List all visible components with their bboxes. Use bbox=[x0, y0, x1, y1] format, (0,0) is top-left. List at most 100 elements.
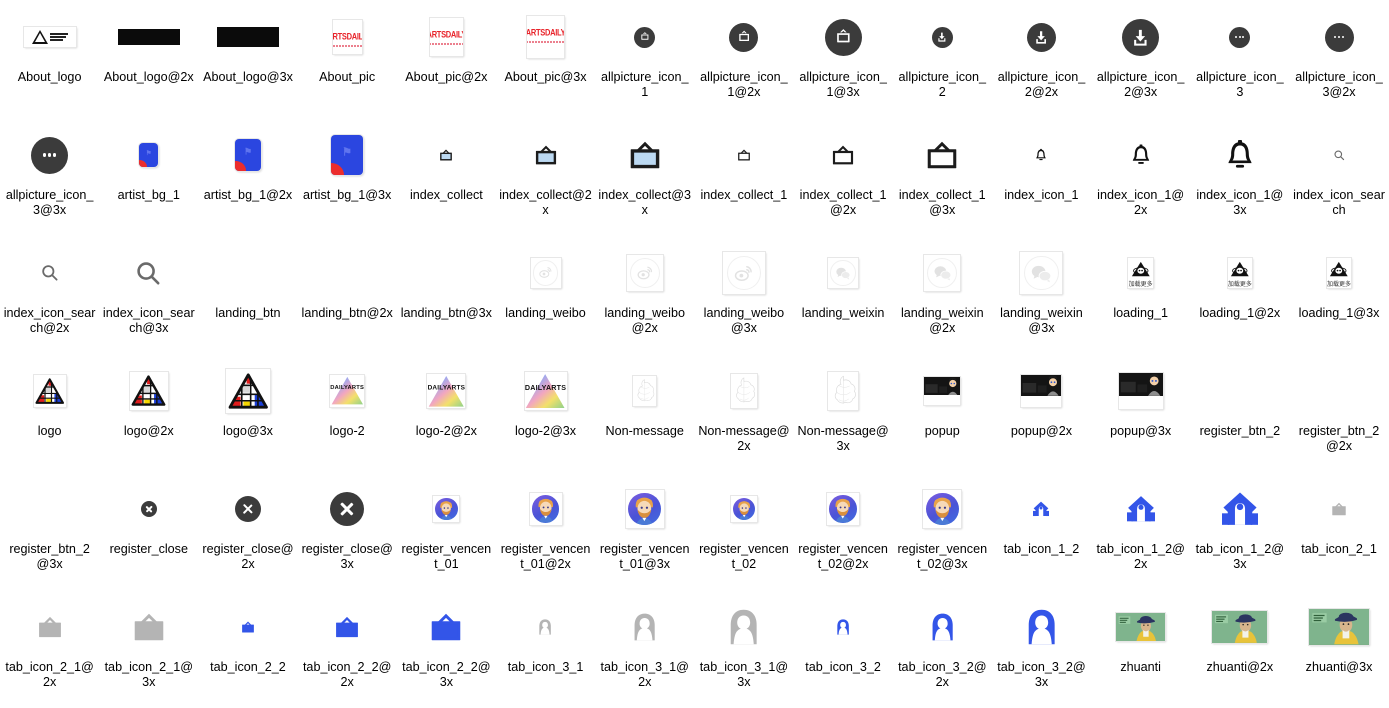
file-thumbnail[interactable]: ⚑ bbox=[118, 124, 180, 186]
file-thumbnail[interactable]: DAILYARTS bbox=[415, 360, 477, 422]
file-item[interactable]: index_icon_1 bbox=[992, 118, 1091, 236]
file-item[interactable]: landing_weixin@2x bbox=[893, 236, 992, 354]
file-thumbnail[interactable] bbox=[316, 242, 378, 304]
file-item[interactable]: allpicture_icon_1 bbox=[595, 0, 694, 118]
file-thumbnail[interactable] bbox=[1110, 124, 1172, 186]
file-thumbnail[interactable] bbox=[614, 596, 676, 658]
file-thumbnail[interactable] bbox=[217, 6, 279, 68]
file-item[interactable]: register_close@2x bbox=[198, 472, 297, 590]
file-thumbnail[interactable] bbox=[911, 596, 973, 658]
file-item[interactable]: index_icon_search@2x bbox=[0, 236, 99, 354]
file-thumbnail[interactable] bbox=[614, 242, 676, 304]
file-item[interactable]: allpicture_icon_1@3x bbox=[794, 0, 893, 118]
file-thumbnail[interactable] bbox=[217, 478, 279, 540]
file-thumbnail[interactable] bbox=[1110, 360, 1172, 422]
file-thumbnail[interactable] bbox=[1308, 478, 1370, 540]
file-thumbnail[interactable] bbox=[1010, 478, 1072, 540]
file-item[interactable]: Non-message bbox=[595, 354, 694, 472]
file-item[interactable]: register_vencent_02@2x bbox=[794, 472, 893, 590]
file-thumbnail[interactable] bbox=[713, 242, 775, 304]
file-item[interactable]: ARTSDAILYAbout_pic bbox=[298, 0, 397, 118]
file-item[interactable]: register_btn_2@3x bbox=[0, 472, 99, 590]
file-item[interactable]: tab_icon_3_2@3x bbox=[992, 590, 1091, 708]
file-item[interactable]: About_logo@3x bbox=[198, 0, 297, 118]
file-item[interactable]: ARTSDAILYAbout_pic@3x bbox=[496, 0, 595, 118]
file-item[interactable]: register_vencent_01@3x bbox=[595, 472, 694, 590]
file-item[interactable]: landing_weixin bbox=[794, 236, 893, 354]
file-thumbnail[interactable] bbox=[812, 478, 874, 540]
file-item[interactable]: register_vencent_01 bbox=[397, 472, 496, 590]
file-thumbnail[interactable] bbox=[515, 124, 577, 186]
file-thumbnail[interactable] bbox=[911, 478, 973, 540]
file-thumbnail[interactable] bbox=[713, 360, 775, 422]
file-item[interactable]: ⚑artist_bg_1@2x bbox=[198, 118, 297, 236]
file-thumbnail[interactable] bbox=[515, 596, 577, 658]
file-item[interactable]: zhuanti bbox=[1091, 590, 1190, 708]
file-item[interactable]: index_collect@2x bbox=[496, 118, 595, 236]
file-thumbnail[interactable] bbox=[812, 124, 874, 186]
file-thumbnail[interactable] bbox=[1110, 596, 1172, 658]
file-item[interactable]: index_icon_search@3x bbox=[99, 236, 198, 354]
file-icon-grid[interactable]: About_logoAbout_logo@2xAbout_logo@3xARTS… bbox=[0, 0, 1389, 708]
file-thumbnail[interactable] bbox=[911, 6, 973, 68]
file-item[interactable]: tab_icon_2_2@3x bbox=[397, 590, 496, 708]
file-item[interactable]: allpicture_icon_1@2x bbox=[694, 0, 793, 118]
file-thumbnail[interactable]: ARTSDAILY bbox=[515, 6, 577, 68]
file-thumbnail[interactable] bbox=[1010, 124, 1072, 186]
file-item[interactable]: index_icon_search bbox=[1289, 118, 1388, 236]
file-item[interactable]: allpicture_icon_3@3x bbox=[0, 118, 99, 236]
file-thumbnail[interactable] bbox=[316, 478, 378, 540]
file-thumbnail[interactable] bbox=[1010, 6, 1072, 68]
file-thumbnail[interactable] bbox=[118, 596, 180, 658]
file-thumbnail[interactable] bbox=[1209, 360, 1271, 422]
file-item[interactable]: tab_icon_3_1@2x bbox=[595, 590, 694, 708]
file-item[interactable]: index_icon_1@2x bbox=[1091, 118, 1190, 236]
file-item[interactable]: landing_btn@2x bbox=[298, 236, 397, 354]
file-item[interactable]: logo@3x bbox=[198, 354, 297, 472]
file-item[interactable]: tab_icon_3_2 bbox=[794, 590, 893, 708]
file-thumbnail[interactable]: ARTSDAILY bbox=[316, 6, 378, 68]
file-thumbnail[interactable] bbox=[1010, 242, 1072, 304]
file-thumbnail[interactable] bbox=[614, 360, 676, 422]
file-item[interactable]: popup bbox=[893, 354, 992, 472]
file-thumbnail[interactable] bbox=[19, 242, 81, 304]
file-item[interactable]: tab_icon_2_1@2x bbox=[0, 590, 99, 708]
file-item[interactable]: tab_icon_1_2 bbox=[992, 472, 1091, 590]
file-thumbnail[interactable] bbox=[515, 242, 577, 304]
file-thumbnail[interactable] bbox=[812, 596, 874, 658]
file-thumbnail[interactable] bbox=[118, 360, 180, 422]
file-item[interactable]: tab_icon_3_1 bbox=[496, 590, 595, 708]
file-item[interactable]: register_btn_2 bbox=[1190, 354, 1289, 472]
file-item[interactable]: DAILYARTSlogo-2@3x bbox=[496, 354, 595, 472]
file-thumbnail[interactable] bbox=[217, 360, 279, 422]
file-item[interactable]: register_close@3x bbox=[298, 472, 397, 590]
file-item[interactable]: landing_weibo@2x bbox=[595, 236, 694, 354]
file-thumbnail[interactable] bbox=[19, 596, 81, 658]
file-thumbnail[interactable] bbox=[415, 478, 477, 540]
file-item[interactable]: allpicture_icon_3@2x bbox=[1289, 0, 1388, 118]
file-thumbnail[interactable]: 加载更多 bbox=[1308, 242, 1370, 304]
file-item[interactable]: DAILYARTSlogo-2 bbox=[298, 354, 397, 472]
file-thumbnail[interactable] bbox=[911, 360, 973, 422]
file-thumbnail[interactable] bbox=[1308, 360, 1370, 422]
file-thumbnail[interactable] bbox=[911, 242, 973, 304]
file-item[interactable]: tab_icon_3_2@2x bbox=[893, 590, 992, 708]
file-item[interactable]: About_logo@2x bbox=[99, 0, 198, 118]
file-thumbnail[interactable] bbox=[217, 596, 279, 658]
file-thumbnail[interactable] bbox=[19, 6, 81, 68]
file-item[interactable]: tab_icon_1_2@3x bbox=[1190, 472, 1289, 590]
file-item[interactable]: tab_icon_2_2 bbox=[198, 590, 297, 708]
file-item[interactable]: logo@2x bbox=[99, 354, 198, 472]
file-item[interactable]: DAILYARTSlogo-2@2x bbox=[397, 354, 496, 472]
file-thumbnail[interactable] bbox=[713, 478, 775, 540]
file-thumbnail[interactable] bbox=[614, 124, 676, 186]
file-thumbnail[interactable] bbox=[1308, 596, 1370, 658]
file-thumbnail[interactable] bbox=[1110, 478, 1172, 540]
file-item[interactable]: 加载更多loading_1 bbox=[1091, 236, 1190, 354]
file-item[interactable]: zhuanti@2x bbox=[1190, 590, 1289, 708]
file-item[interactable]: index_collect_1@2x bbox=[794, 118, 893, 236]
file-item[interactable]: allpicture_icon_2 bbox=[893, 0, 992, 118]
file-item[interactable]: index_collect_1@3x bbox=[893, 118, 992, 236]
file-item[interactable]: register_close bbox=[99, 472, 198, 590]
file-thumbnail[interactable]: DAILYARTS bbox=[515, 360, 577, 422]
